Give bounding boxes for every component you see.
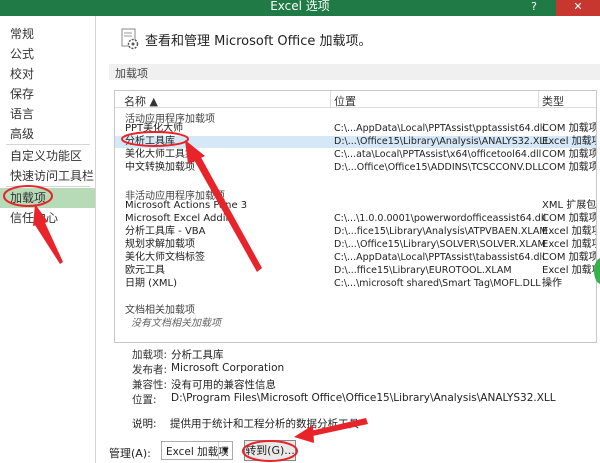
detail-value: 分析工具库 bbox=[171, 349, 224, 361]
description-value: 提供用于统计和工程分析的数据分析工具 bbox=[170, 418, 359, 430]
options-sidebar: 常规 公式 校对 保存 语言 高级 自定义功能区 快速访问工具栏 加载项 信任中… bbox=[0, 16, 96, 463]
addin-type: Excel 加载项 bbox=[542, 239, 597, 250]
addin-type: Excel 加载项 bbox=[542, 226, 597, 237]
table-header: 名称 ▲ 位置 类型 bbox=[115, 91, 596, 109]
addin-name: 规划求解加载项 bbox=[125, 239, 195, 250]
sidebar-item-addins[interactable]: 加载项 bbox=[0, 188, 95, 208]
table-row[interactable]: 分析工具库 - VBA D:\...fice15\Library\Analysi… bbox=[115, 226, 597, 238]
section-label: 加载项 bbox=[115, 67, 148, 80]
table-row[interactable]: Microsoft Excel Addin C:\...\1.0.0.0001\… bbox=[115, 213, 597, 225]
detail-row-compatibility: 兼容性: 没有可用的兼容性信息 bbox=[132, 377, 592, 391]
addin-location: C:\...AppData\Local\PPTAssist\tabassist6… bbox=[334, 252, 545, 263]
addin-name: 中文转换加载项 bbox=[125, 162, 195, 173]
help-button[interactable]: ? bbox=[512, 0, 556, 16]
sidebar-item-customize-ribbon[interactable]: 自定义功能区 bbox=[0, 146, 95, 166]
addin-name: 美化大师文档标签 bbox=[125, 252, 205, 263]
addin-type: COM 加载项 bbox=[542, 162, 597, 173]
sidebar-item-general[interactable]: 常规 bbox=[0, 24, 95, 44]
column-divider bbox=[330, 91, 331, 108]
manage-label: 管理(A): bbox=[109, 447, 151, 460]
detail-label: 加载项: bbox=[132, 349, 168, 361]
detail-label: 发布者: bbox=[132, 364, 168, 376]
addin-location: D:\...\Office15\Library\Analysis\ANALYS3… bbox=[334, 136, 550, 147]
table-row[interactable]: 美化大师工具集 C:\...ata\Local\PPTAssist\x64\of… bbox=[115, 149, 597, 161]
addins-table[interactable]: 名称 ▲ 位置 类型 活动应用程序加载项 PPT美化大师 C:\...AppDa… bbox=[114, 90, 597, 343]
sidebar-divider bbox=[6, 186, 90, 187]
table-row[interactable]: 日期 (XML) C:\...\microsoft shared\Smart T… bbox=[115, 278, 596, 290]
sidebar-divider bbox=[6, 144, 90, 145]
close-button[interactable]: ✕ bbox=[556, 0, 600, 16]
detail-value: Microsoft Corporation bbox=[171, 362, 285, 374]
addin-name: 分析工具库 bbox=[125, 136, 175, 147]
addin-type: COM 加载项 bbox=[542, 213, 597, 224]
table-row-selected[interactable]: 分析工具库 D:\...\Office15\Library\Analysis\A… bbox=[115, 136, 597, 148]
chevron-down-icon[interactable]: ▼ bbox=[218, 442, 232, 459]
panel-heading: 查看和管理 Microsoft Office 加载项。 bbox=[145, 34, 372, 49]
column-header-name[interactable]: 名称 ▲ bbox=[124, 93, 158, 109]
sidebar-item-language[interactable]: 语言 bbox=[0, 104, 95, 124]
manage-dropdown[interactable]: Excel 加载项 ▼ bbox=[161, 441, 233, 460]
addin-location: D:\...fice15\Library\Analysis\ATPVBAEN.X… bbox=[334, 226, 548, 237]
table-row[interactable]: 美化大师文档标签 C:\...AppData\Local\PPTAssist\t… bbox=[115, 252, 597, 264]
sidebar-item-trust-center[interactable]: 信任中心 bbox=[0, 208, 95, 228]
addin-location: D:\...Office\Office15\ADDINS\TCSCCONV.DL… bbox=[334, 162, 543, 173]
sidebar-item-advanced[interactable]: 高级 bbox=[0, 124, 95, 144]
empty-document-note: 没有文档相关加载项 bbox=[131, 318, 221, 329]
column-divider bbox=[538, 91, 539, 108]
detail-row-addin: 加载项: 分析工具库 bbox=[132, 347, 592, 361]
addin-location: D:\...\Office15\Library\SOLVER\SOLVER.XL… bbox=[334, 239, 546, 250]
detail-row-location: 位置: D:\Program Files\Microsoft Office\Of… bbox=[132, 392, 592, 406]
addin-name: Microsoft Excel Addin bbox=[125, 213, 232, 224]
column-header-type[interactable]: 类型 bbox=[542, 93, 564, 109]
detail-row-publisher: 发布者: Microsoft Corporation bbox=[132, 362, 592, 376]
addin-type: COM 加载项 bbox=[542, 149, 597, 160]
addin-location: D:\...ffice15\Library\EUROTOOL.XLAM bbox=[334, 265, 512, 276]
description-label: 说明: bbox=[132, 418, 157, 430]
go-button[interactable]: 转到(G)... bbox=[244, 440, 296, 461]
sidebar-item-proofing[interactable]: 校对 bbox=[0, 64, 95, 84]
addin-type: 操作 bbox=[542, 278, 562, 289]
section-header: 加载项 bbox=[109, 64, 600, 80]
addin-type: COM 加载项 bbox=[542, 123, 597, 134]
addin-name: 分析工具库 - VBA bbox=[125, 226, 206, 237]
detail-label: 兼容性: bbox=[132, 379, 168, 391]
addin-type: COM 加载项 bbox=[542, 252, 597, 263]
addin-location: C:\...\1.0.0.0001\powerwordofficeassist6… bbox=[334, 213, 547, 224]
table-row[interactable]: 中文转换加载项 D:\...Office\Office15\ADDINS\TCS… bbox=[115, 162, 597, 174]
close-icon: ✕ bbox=[573, 0, 583, 13]
sidebar-item-quick-access-toolbar[interactable]: 快速访问工具栏 bbox=[0, 166, 95, 186]
addins-gear-icon bbox=[121, 28, 139, 50]
detail-label: 位置: bbox=[132, 394, 157, 406]
window-title: Excel 选项 bbox=[270, 0, 330, 13]
addin-location: C:\...\microsoft shared\Smart Tag\MOFL.D… bbox=[334, 278, 541, 289]
table-row[interactable]: Microsoft Actions Pane 3 XML 扩展包 bbox=[115, 200, 597, 212]
addin-name: 欧元工具 bbox=[125, 265, 165, 276]
column-header-location[interactable]: 位置 bbox=[334, 93, 356, 109]
sidebar-item-formulas[interactable]: 公式 bbox=[0, 44, 95, 64]
addin-type: XML 扩展包 bbox=[542, 200, 597, 211]
sidebar-item-save[interactable]: 保存 bbox=[0, 84, 95, 104]
table-row[interactable]: PPT美化大师 C:\...AppData\Local\PPTAssist\pp… bbox=[115, 123, 597, 135]
table-row[interactable]: 欧元工具 D:\...ffice15\Library\EUROTOOL.XLAM… bbox=[115, 265, 597, 277]
help-icon: ? bbox=[531, 0, 537, 13]
addin-location: C:\...AppData\Local\PPTAssist\pptassist6… bbox=[334, 123, 546, 134]
addins-panel: 查看和管理 Microsoft Office 加载项。 加载项 名称 ▲ 位置 … bbox=[97, 16, 600, 463]
addin-name: 日期 (XML) bbox=[125, 278, 178, 289]
addin-name: Microsoft Actions Pane 3 bbox=[125, 200, 248, 211]
addin-type: Excel 加载项 bbox=[542, 136, 597, 147]
addin-name: 美化大师工具集 bbox=[125, 149, 195, 160]
detail-value: D:\Program Files\Microsoft Office\Office… bbox=[171, 392, 556, 404]
addin-location: C:\...ata\Local\PPTAssist\x64\officetool… bbox=[334, 149, 542, 160]
addin-type: Excel 加载项 bbox=[542, 265, 597, 276]
window-titlebar: Excel 选项 ? ✕ bbox=[0, 0, 600, 16]
table-row[interactable]: 规划求解加载项 D:\...\Office15\Library\SOLVER\S… bbox=[115, 239, 597, 251]
addin-name: PPT美化大师 bbox=[125, 123, 184, 134]
detail-value: 没有可用的兼容性信息 bbox=[171, 379, 276, 391]
